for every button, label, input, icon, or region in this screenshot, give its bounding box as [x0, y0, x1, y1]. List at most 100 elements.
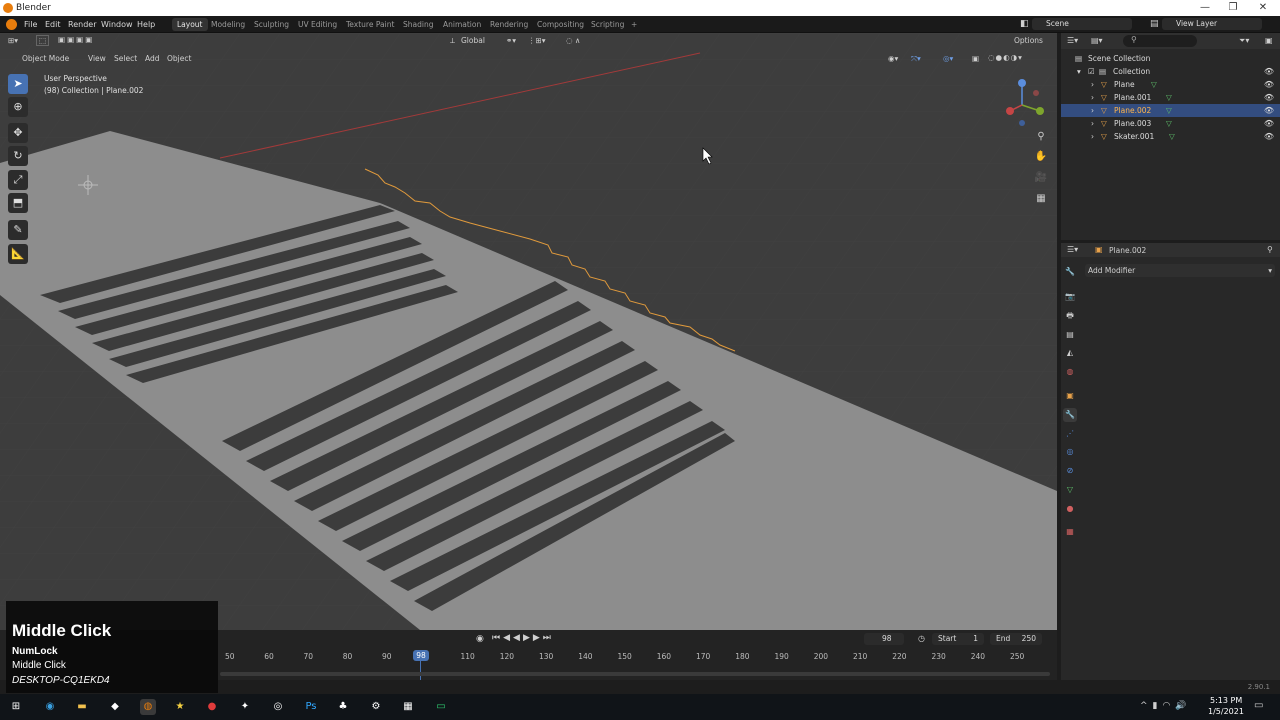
cursor-tool-icon[interactable]: ⊕ — [8, 97, 28, 117]
menu-render[interactable]: Render — [68, 20, 96, 29]
eye-icon[interactable]: 👁 — [1264, 91, 1274, 104]
app-icon-2[interactable]: ★ — [172, 699, 188, 715]
physics-tab-icon[interactable]: ◎ — [1063, 445, 1077, 459]
pivot-icon[interactable]: ⚭▾ — [506, 36, 516, 45]
end-frame-field[interactable]: End 250 — [990, 633, 1042, 645]
expand-icon[interactable]: › — [1091, 91, 1094, 104]
windows-start-icon[interactable]: ⊞ — [8, 699, 24, 715]
zoom-icon[interactable]: ⚲ — [1033, 129, 1049, 145]
clock-date[interactable]: 1/5/2021 — [1208, 707, 1244, 716]
photoshop-icon[interactable]: Ps — [303, 699, 319, 715]
app-icon-5[interactable]: ◎ — [270, 699, 286, 715]
mesh-data-tab-icon[interactable]: ▽ — [1063, 483, 1077, 497]
steam-icon[interactable]: ⚙ — [368, 699, 384, 715]
expand-icon[interactable]: ▾ — [1077, 65, 1081, 78]
tab-compositing[interactable]: Compositing — [532, 18, 589, 31]
playhead-marker[interactable]: 98 — [413, 650, 429, 661]
outliner-row-plane-001[interactable]: › ▽ Plane.001 ▽ 👁 — [1061, 91, 1280, 104]
tab-rendering[interactable]: Rendering — [485, 18, 533, 31]
move-tool-icon[interactable]: ✥ — [8, 123, 28, 143]
outliner-row-plane[interactable]: › ▽ Plane ▽ 👁 — [1061, 78, 1280, 91]
eye-icon[interactable]: 👁 — [1264, 130, 1274, 143]
tab-sculpting[interactable]: Sculpting — [249, 18, 294, 31]
tool-tab-icon[interactable]: 🔧 — [1063, 265, 1077, 279]
eye-icon[interactable]: 👁 — [1264, 104, 1274, 117]
pin-icon[interactable]: ⚲ — [1267, 245, 1273, 254]
clock-time[interactable]: 5:13 PM — [1210, 696, 1242, 705]
app-icon-1[interactable]: ◆ — [107, 699, 123, 715]
select-tool-icon[interactable]: ➤ — [8, 74, 28, 94]
outliner-row-collection[interactable]: ▾ ☑ ▤ Collection 👁 — [1061, 65, 1280, 78]
menu-window[interactable]: Window — [101, 20, 133, 29]
shading-modes-icons[interactable]: ◌●◐◑▾ — [988, 53, 1023, 62]
eye-icon[interactable]: 👁 — [1264, 78, 1274, 91]
record-icon[interactable]: ◉ — [476, 634, 484, 644]
select-box-icon[interactable]: ⬚ — [36, 35, 50, 46]
app-icon-4[interactable]: ✦ — [237, 699, 253, 715]
outliner-row-plane-003[interactable]: › ▽ Plane.003 ▽ 👁 — [1061, 117, 1280, 130]
menu-view[interactable]: View — [88, 54, 106, 63]
tab-animation[interactable]: Animation — [438, 18, 486, 31]
blender-menu-icon[interactable] — [6, 19, 17, 30]
tab-uv-editing[interactable]: UV Editing — [293, 18, 342, 31]
checkbox-icon[interactable]: ☑ — [1088, 65, 1095, 78]
mode-dropdown[interactable]: Object Mode — [14, 54, 69, 63]
visibility-icon[interactable]: ◉▾ — [888, 54, 898, 63]
add-workspace-button[interactable]: + — [626, 18, 642, 31]
minimize-icon[interactable]: — — [1190, 0, 1220, 16]
editor-type-icon[interactable]: ⊞▾ — [8, 36, 18, 45]
output-tab-icon[interactable]: 🖶 — [1063, 309, 1077, 323]
add-modifier-dropdown[interactable]: Add Modifier ▾ — [1085, 264, 1275, 277]
rotate-tool-icon[interactable]: ↻ — [8, 146, 28, 166]
filter-icon[interactable]: ⏷▾ — [1239, 36, 1249, 46]
scale-tool-icon[interactable]: ⤢ — [8, 170, 28, 190]
current-frame-field[interactable]: 98 — [864, 633, 904, 645]
expand-icon[interactable]: › — [1091, 104, 1094, 117]
expand-icon[interactable]: › — [1091, 130, 1094, 143]
xray-icon[interactable]: ▣ — [972, 54, 979, 63]
menu-select[interactable]: Select — [114, 54, 137, 63]
outliner-row-plane-002[interactable]: › ▽ Plane.002 ▽ 👁 — [1061, 104, 1280, 117]
expand-icon[interactable]: › — [1091, 78, 1094, 91]
proportional-edit-icon[interactable]: ◌ ∧ — [566, 36, 580, 45]
tab-modeling[interactable]: Modeling — [206, 18, 250, 31]
menu-file[interactable]: File — [24, 20, 37, 29]
outliner-search-input[interactable]: ⚲ — [1123, 35, 1197, 47]
timeline-scrollbar[interactable] — [220, 672, 1050, 676]
measure-tool-icon[interactable]: 📐 — [8, 244, 28, 264]
eye-icon[interactable]: 👁 — [1264, 117, 1274, 130]
close-icon[interactable]: ✕ — [1248, 0, 1278, 16]
outliner-editor-icon[interactable]: ☰▾ — [1067, 36, 1078, 45]
tab-scripting[interactable]: Scripting — [586, 18, 629, 31]
blender-taskbar-icon[interactable]: ◍ — [140, 699, 156, 715]
menu-object[interactable]: Object — [167, 54, 191, 63]
overlay-icon[interactable]: ◎▾ — [943, 54, 953, 63]
scene-tab-icon[interactable]: ◭ — [1063, 346, 1077, 360]
texture-tab-icon[interactable]: ▦ — [1063, 525, 1077, 539]
notification-icon[interactable]: ▭ — [1254, 700, 1263, 711]
new-collection-icon[interactable]: ▣ — [1265, 36, 1273, 45]
file-explorer-icon[interactable]: ▬ — [74, 699, 90, 715]
transform-orientation-dropdown[interactable]: Global — [461, 36, 485, 45]
camera-view-icon[interactable]: 🎥 — [1033, 170, 1049, 186]
pan-hand-icon[interactable]: ✋ — [1033, 149, 1049, 165]
tab-shading[interactable]: Shading — [398, 18, 438, 31]
menu-help[interactable]: Help — [137, 20, 155, 29]
start-frame-field[interactable]: Start 1 — [932, 633, 984, 645]
outliner-row-skater-001[interactable]: › ▽ Skater.001 ▽ 👁 — [1061, 130, 1280, 143]
render-tab-icon[interactable]: 📷 — [1063, 290, 1077, 304]
options-dropdown[interactable]: Options — [1014, 36, 1043, 45]
menu-add[interactable]: Add — [145, 54, 160, 63]
particles-tab-icon[interactable]: ⋰ — [1063, 427, 1077, 441]
select-mode-icons[interactable]: ▣▣▣▣ — [58, 35, 94, 44]
annotate-tool-icon[interactable]: ✎ — [8, 220, 28, 240]
app-icon-6[interactable]: ♣ — [335, 699, 351, 715]
tab-layout[interactable]: Layout — [172, 18, 208, 31]
transform-tool-icon[interactable]: ⬒ — [8, 193, 28, 213]
scene-selector[interactable]: Scene — [1032, 18, 1132, 30]
3d-viewport[interactable]: ⊞▾ ⬚ ▣▣▣▣ ⟂ Global ⚭▾ ⋮⊞▾ ◌ ∧ Options Ob… — [0, 33, 1057, 630]
material-tab-icon[interactable]: ● — [1063, 502, 1077, 516]
tab-texture-paint[interactable]: Texture Paint — [341, 18, 399, 31]
app-icon-3[interactable]: ● — [204, 699, 220, 715]
expand-icon[interactable]: › — [1091, 117, 1094, 130]
